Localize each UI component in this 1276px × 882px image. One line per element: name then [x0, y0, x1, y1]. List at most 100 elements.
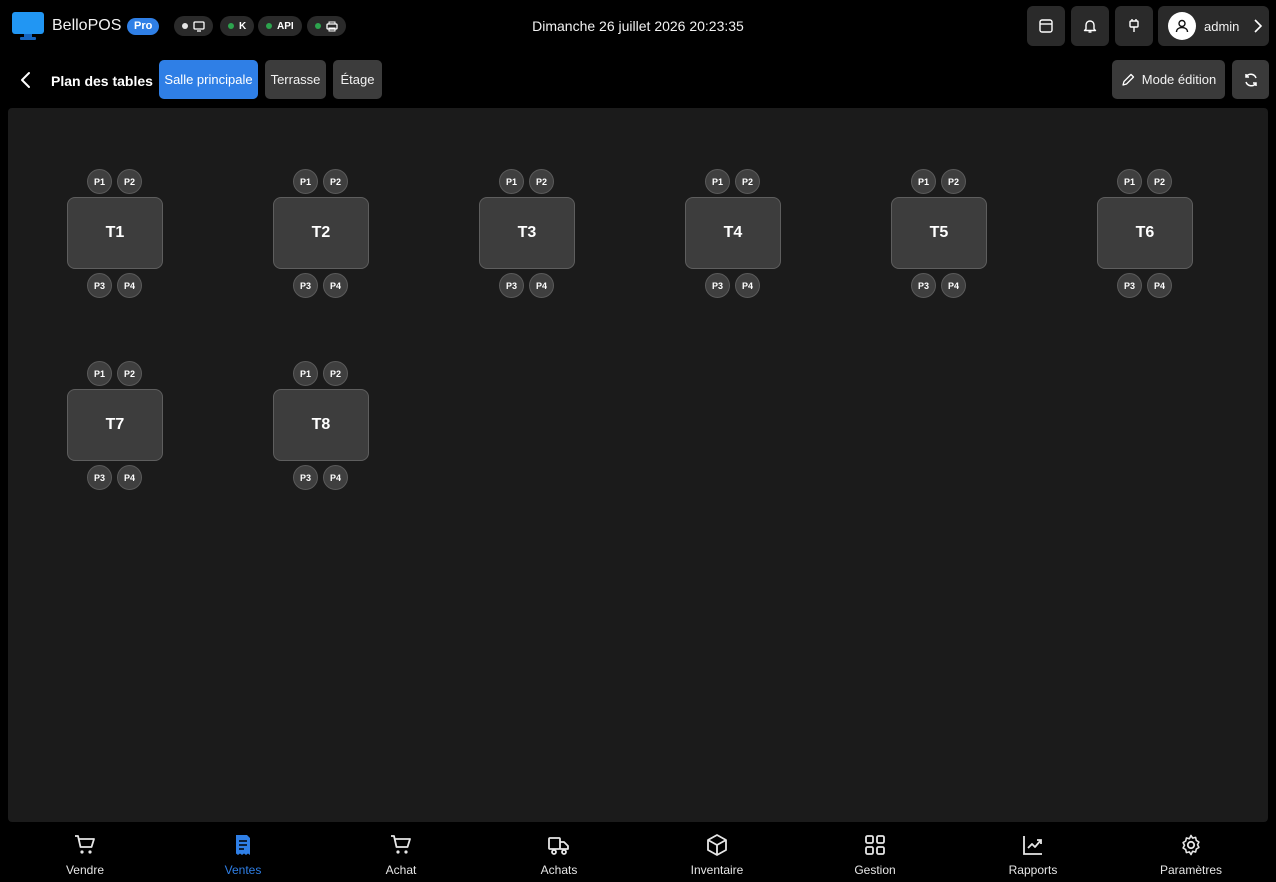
user-name: admin: [1204, 18, 1240, 34]
table[interactable]: T7: [67, 389, 163, 461]
table[interactable]: T2: [273, 197, 369, 269]
seat[interactable]: P1: [293, 361, 318, 386]
table-unit[interactable]: P1 P2 P3 P4 T6: [1097, 169, 1193, 298]
seat[interactable]: P1: [293, 169, 318, 194]
table[interactable]: T5: [891, 197, 987, 269]
table[interactable]: T1: [67, 197, 163, 269]
edit-mode-label: Mode édition: [1141, 72, 1217, 87]
printer-icon: [326, 21, 338, 31]
table-unit[interactable]: P1 P2 P3 P4 T1: [67, 169, 163, 298]
nav-label: Inventaire: [690, 863, 744, 877]
nav-item-rapports[interactable]: Rapports: [954, 826, 1112, 882]
seat[interactable]: P3: [499, 273, 524, 298]
floor-plan: P1 P2 P3 P4 T1 P1 P2 P3 P4 T2 P1 P2 P3 P4 T3 P1 P2 P3 P4 T4…: [8, 108, 1268, 822]
table-unit[interactable]: P1 P2 P3 P4 T2: [273, 169, 369, 298]
nav-label: Rapports: [1008, 863, 1058, 877]
table-unit[interactable]: P1 P2 P3 P4 T7: [67, 361, 163, 490]
monitor-logo-icon: [12, 12, 44, 40]
api-status-label: API: [277, 20, 294, 32]
cash-drawer-icon: [1039, 19, 1053, 33]
seat[interactable]: P3: [911, 273, 936, 298]
seat[interactable]: P3: [1117, 273, 1142, 298]
bell-icon: [1083, 20, 1097, 33]
api-status[interactable]: API: [258, 16, 302, 36]
tab-salle-principale[interactable]: Salle principale: [159, 60, 258, 99]
nav-label: Ventes: [224, 863, 262, 877]
nav-label: Vendre: [65, 863, 105, 877]
receipt-icon: [236, 835, 250, 855]
table[interactable]: T8: [273, 389, 369, 461]
connection-button[interactable]: [1115, 6, 1153, 46]
seat[interactable]: P1: [911, 169, 936, 194]
seat[interactable]: P4: [117, 273, 142, 298]
table-unit[interactable]: P1 P2 P3 P4 T8: [273, 361, 369, 490]
seat[interactable]: P4: [735, 273, 760, 298]
monitor-icon: [193, 20, 205, 32]
seat[interactable]: P2: [529, 169, 554, 194]
seat[interactable]: P4: [323, 273, 348, 298]
tab-etage[interactable]: Étage: [333, 60, 382, 99]
seat[interactable]: P4: [941, 273, 966, 298]
nav-item-gestion[interactable]: Gestion: [796, 826, 954, 882]
nav-item-vendre[interactable]: Vendre: [6, 826, 164, 882]
seat[interactable]: P3: [87, 273, 112, 298]
status-dot: [228, 23, 234, 29]
edit-mode-button[interactable]: Mode édition: [1112, 60, 1225, 99]
table[interactable]: T4: [685, 197, 781, 269]
printer-status[interactable]: [307, 16, 346, 36]
nav-label: Gestion: [854, 863, 896, 877]
nav-item-achats[interactable]: Achats: [480, 826, 638, 882]
table-unit[interactable]: P1 P2 P3 P4 T4: [685, 169, 781, 298]
pro-badge: Pro: [127, 18, 160, 35]
nav-item-parametres[interactable]: Paramètres: [1112, 826, 1270, 882]
seat[interactable]: P3: [705, 273, 730, 298]
refresh-button[interactable]: [1232, 60, 1269, 99]
status-dot: [182, 23, 188, 29]
refresh-icon: [1244, 72, 1257, 87]
pencil-icon: [1122, 73, 1134, 86]
seat[interactable]: P4: [117, 465, 142, 490]
avatar: [1168, 12, 1196, 40]
user-menu-button[interactable]: admin: [1158, 6, 1269, 46]
grid-icon: [865, 835, 885, 855]
seat[interactable]: P1: [87, 361, 112, 386]
seat[interactable]: P2: [941, 169, 966, 194]
app-name: BelloPOS: [52, 17, 122, 34]
display-status[interactable]: [174, 16, 213, 36]
nav-label: Paramètres: [1159, 863, 1223, 877]
seat[interactable]: P2: [117, 169, 142, 194]
nav-item-achat[interactable]: Achat: [322, 826, 480, 882]
kitchen-status[interactable]: K: [220, 16, 255, 36]
seat[interactable]: P1: [499, 169, 524, 194]
seat[interactable]: P2: [117, 361, 142, 386]
page-title: Plan des tables: [51, 73, 153, 89]
tab-terrasse[interactable]: Terrasse: [265, 60, 326, 99]
cash-drawer-button[interactable]: [1027, 6, 1065, 46]
back-icon[interactable]: [16, 70, 36, 90]
notifications-button[interactable]: [1071, 6, 1109, 46]
table-unit[interactable]: P1 P2 P3 P4 T3: [479, 169, 575, 298]
seat[interactable]: P1: [1117, 169, 1142, 194]
seat[interactable]: P2: [735, 169, 760, 194]
seat[interactable]: P3: [87, 465, 112, 490]
cart-icon: [75, 835, 95, 854]
seat[interactable]: P2: [323, 361, 348, 386]
seat[interactable]: P1: [87, 169, 112, 194]
seat[interactable]: P3: [293, 273, 318, 298]
table[interactable]: T6: [1097, 197, 1193, 269]
seat[interactable]: P4: [1147, 273, 1172, 298]
seat[interactable]: P4: [529, 273, 554, 298]
nav-item-ventes[interactable]: Ventes: [164, 826, 322, 882]
user-icon: [1175, 19, 1189, 33]
seat[interactable]: P2: [323, 169, 348, 194]
nav-item-inventaire[interactable]: Inventaire: [638, 826, 796, 882]
table[interactable]: T3: [479, 197, 575, 269]
table-unit[interactable]: P1 P2 P3 P4 T5: [891, 169, 987, 298]
box-icon: [707, 834, 727, 856]
nav-label: Achats: [540, 863, 578, 877]
seat[interactable]: P2: [1147, 169, 1172, 194]
seat[interactable]: P4: [323, 465, 348, 490]
seat[interactable]: P1: [705, 169, 730, 194]
nav-label: Achat: [385, 863, 417, 877]
seat[interactable]: P3: [293, 465, 318, 490]
